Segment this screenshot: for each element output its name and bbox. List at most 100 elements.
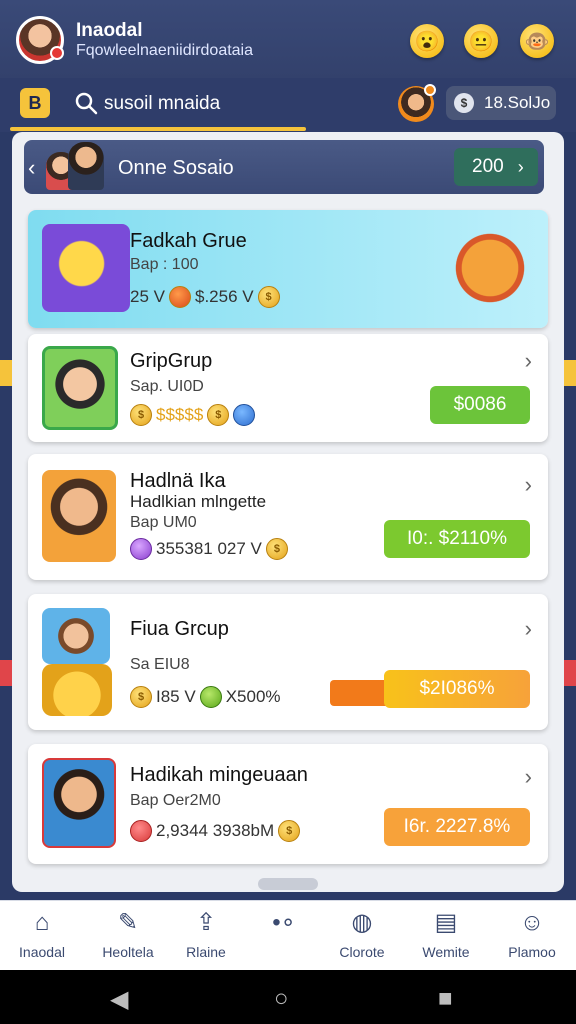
home-circle-icon[interactable]: ○ [274, 985, 289, 1013]
group-avatar-icon [42, 608, 110, 664]
nav-label: Wemite [422, 944, 470, 960]
group-badge [424, 84, 436, 96]
card-name: GripGrup [130, 350, 213, 372]
card-stats: 25 V $.256 V $ [130, 286, 280, 308]
nav-label: Inaodal [19, 944, 65, 960]
card-meta: Sap. UI0D [130, 378, 204, 395]
nav-label: Heoltela [102, 944, 154, 960]
app-title: Inaodal [76, 20, 143, 41]
coin-icon: $ [265, 538, 288, 560]
group-header-title: Onne Sosaio [118, 157, 234, 179]
nav-label: Clorote [339, 944, 385, 960]
group-card[interactable]: GripGrup Sap. UI0D $ $$$$$ $ › $0086 [28, 334, 548, 442]
coin-icon: $ [207, 404, 230, 426]
reward-bar-fill [330, 680, 390, 706]
search-icon[interactable] [74, 91, 98, 115]
stat-value: I85 V [156, 687, 196, 706]
balance-pill[interactable]: $ 18.SolJo [446, 86, 556, 120]
card-stats: $ I85 V X500% [130, 686, 281, 708]
scroll-handle[interactable] [258, 878, 318, 890]
balance-value: 18.SolJo [484, 93, 551, 112]
stat-value: X500% [225, 687, 281, 706]
up-arrow-icon [233, 404, 256, 426]
leaf-icon [199, 686, 222, 708]
search-underline [10, 127, 306, 131]
card-meta: Bap UM0 [130, 514, 197, 531]
member-avatar [68, 142, 104, 190]
chevron-right-icon[interactable]: › [525, 348, 532, 374]
stat-value: $$$$$ [156, 405, 204, 424]
group-card[interactable]: Fiua Grcup Sa EIU8 $ I85 V X500% › $2I08… [28, 594, 548, 730]
card-meta: Bap : 100 [130, 256, 199, 273]
chevron-right-icon: › [517, 156, 524, 177]
stat-value: $.256 V [194, 287, 254, 306]
share-icon: ⇪ [195, 909, 217, 936]
chevron-left-icon[interactable]: ‹ [28, 155, 35, 181]
group-count-button[interactable]: 200 › [454, 148, 538, 186]
nav-item-share[interactable]: ⇪ Rlaine [164, 908, 248, 960]
nav-item-edit[interactable]: ✎ Heoltela [86, 908, 170, 960]
boy-avatar-icon [42, 346, 118, 430]
calendar-icon: ▤ [434, 909, 458, 936]
girl-avatar-icon [42, 470, 116, 562]
card-name: Hadikah mingeuaan [130, 764, 308, 786]
group-card[interactable]: Fadkah Grue Bap : 100 25 V $.256 V $ [28, 210, 548, 328]
card-name: Fiua Grcup [130, 618, 229, 640]
notification-badge [50, 46, 64, 60]
card-name: Hadlnä Ika [130, 470, 226, 492]
card-meta: Sa EIU8 [130, 656, 190, 673]
coin-icon: $ [454, 93, 474, 113]
chevron-right-icon[interactable]: › [525, 472, 532, 498]
nav-item-profile[interactable]: ☺ Plamoo [490, 908, 574, 960]
stat-value: 2,9344 3938bM [156, 821, 275, 840]
reward-button[interactable]: $2I086% [384, 670, 530, 708]
chevron-right-icon[interactable]: › [525, 764, 532, 790]
side-stripe [564, 360, 576, 386]
group-dots-icon: •∘ [272, 909, 296, 936]
coin-icon: $ [257, 286, 280, 308]
nav-label: Rlaine [186, 944, 226, 960]
app-logo[interactable]: B [20, 88, 50, 118]
coin-icon: $ [278, 820, 301, 842]
neutral-emoji-icon[interactable]: 😐 [464, 24, 498, 58]
nav-label: Plamoo [508, 944, 556, 960]
card-name: Fadkah Grue [130, 230, 247, 252]
stat-value: 355381 027 V [156, 539, 262, 558]
card-stats: 355381 027 V $ [130, 538, 288, 560]
nav-item-calendar[interactable]: ▤ Wemite [404, 908, 488, 960]
app-subtitle: Fqowleelnaeniidirdoataia [76, 42, 254, 59]
nav-item-home[interactable]: ⌂ Inaodal [0, 908, 84, 960]
group-card[interactable]: Hadikah mingeuaan Bap Oer2M0 2,9344 3938… [28, 744, 548, 864]
boy-avatar-icon [42, 758, 116, 848]
badge-icon [130, 820, 152, 842]
back-icon[interactable]: ◀ [110, 985, 128, 1014]
reward-button[interactable]: I6r. 2227.8% [384, 808, 530, 846]
coin-icon: $ [130, 404, 152, 426]
chevron-right-icon[interactable]: › [525, 616, 532, 642]
side-stripe [564, 660, 576, 686]
surprised-emoji-icon[interactable]: 😮 [410, 24, 444, 58]
side-stripe [0, 360, 12, 386]
reward-button[interactable]: $0086 [430, 386, 530, 424]
search-input[interactable]: susoil mnaida [104, 93, 220, 115]
side-stripe [0, 660, 12, 686]
nav-item-group[interactable]: •∘ [242, 908, 326, 944]
card-meta: Bap Oer2M0 [130, 792, 221, 809]
card-subtitle: Hadlkian mlngette [130, 492, 267, 511]
gem-icon [168, 286, 191, 308]
group-avatars [42, 140, 106, 194]
tiger-mascot-icon [438, 216, 542, 320]
person-icon: ☺ [519, 909, 545, 936]
smiley-icon [42, 224, 130, 312]
group-count: 200 [472, 156, 504, 177]
globe-icon: ◍ [351, 909, 373, 936]
group-card[interactable]: Hadlnä Ika Hadlkian mlngette Bap UM0 355… [28, 454, 548, 580]
card-stats: 2,9344 3938bM $ [130, 820, 301, 842]
recents-icon[interactable]: ■ [438, 985, 453, 1013]
nav-item-globe[interactable]: ◍ Clorote [320, 908, 404, 960]
home-icon: ⌂ [34, 909, 50, 936]
monkey-emoji-icon[interactable]: 🐵 [520, 24, 554, 58]
coin-icon: $ [130, 686, 152, 708]
reward-button[interactable]: I0:. $2110% [384, 520, 530, 558]
stat-value: 25 V [130, 287, 165, 306]
